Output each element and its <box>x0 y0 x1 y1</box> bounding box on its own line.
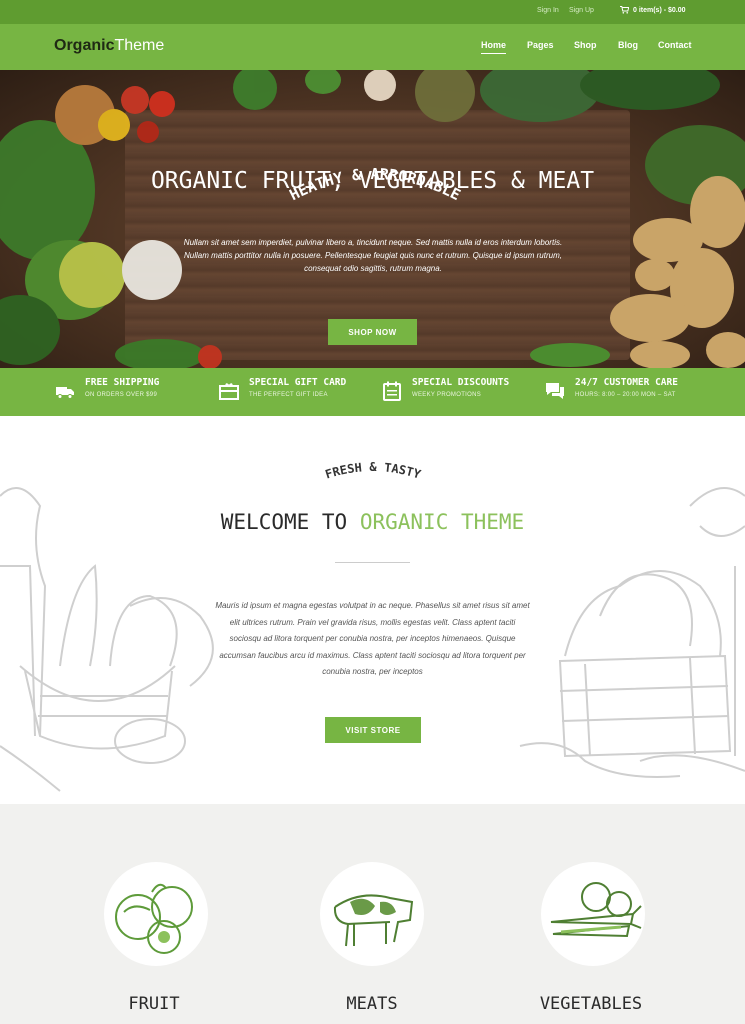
nav-contact[interactable]: Contact <box>658 40 692 50</box>
category-fruit[interactable] <box>104 862 208 966</box>
feature-title: SPECIAL GIFT CARD <box>249 377 347 388</box>
feature-subtitle: THE PERFECT GIFT IDEA <box>249 392 328 398</box>
fruit-icon <box>115 883 193 954</box>
svg-text:FRESH & TASTY: FRESH & TASTY <box>324 460 424 482</box>
feature-title: SPECIAL DISCOUNTS <box>412 377 510 388</box>
nav-home[interactable]: Home <box>481 40 507 54</box>
sign-in-link[interactable]: Sign In <box>537 7 559 14</box>
welcome-title: WELCOME TO ORGANIC THEME <box>0 510 745 534</box>
category-label-vegetables[interactable]: VEGETABLES <box>521 994 661 1014</box>
chat-icon <box>546 383 564 399</box>
categories-section: FRUIT MEATS VEGETABLES <box>0 804 745 1024</box>
feature-title: 24/7 CUSTOMER CARE <box>575 377 678 388</box>
category-label-fruit[interactable]: FRUIT <box>84 994 224 1014</box>
main-navbar: OrganicTheme Home Pages Shop Blog Contac… <box>0 24 745 70</box>
visit-store-button[interactable]: VISIT STORE <box>325 717 421 743</box>
hero-description: Nullam sit amet sem imperdiet, pulvinar … <box>183 238 563 273</box>
welcome-title-plain: WELCOME TO <box>220 510 360 534</box>
sign-up-link[interactable]: Sign Up <box>569 7 594 14</box>
feature-subtitle: ON ORDERS OVER $99 <box>85 392 158 398</box>
shop-now-button[interactable]: SHOP NOW <box>328 319 417 345</box>
truck-icon <box>56 387 74 399</box>
hero-banner: HEATHY & ARRORDABLE ORGANIC FRUIT, VEGET… <box>0 70 745 368</box>
calendar-icon <box>383 381 401 401</box>
cow-icon <box>333 894 414 947</box>
category-vegetables[interactable] <box>541 862 645 966</box>
feature-title: FREE SHIPPING <box>85 377 160 388</box>
vegetables-icon <box>550 882 642 938</box>
logo-light: Theme <box>114 37 165 54</box>
features-strip: FREE SHIPPING ON ORDERS OVER $99 SPECIAL… <box>0 368 745 416</box>
feature-subtitle: HOURS: 8:00 – 20:00 MON – SAT <box>575 392 676 398</box>
welcome-description: Mauris id ipsum et magna egestas volutpa… <box>215 601 530 676</box>
category-label-meats[interactable]: MEATS <box>302 994 442 1014</box>
welcome-section: FRESH & TASTY WELCOME TO ORGANIC THEME M… <box>0 416 745 804</box>
feature-free-shipping: FREE SHIPPING ON ORDERS OVER $99 <box>55 377 159 401</box>
feature-special-discounts: SPECIAL DISCOUNTS WEEKY PROMOTIONS <box>382 377 509 401</box>
feature-customer-care: 24/7 CUSTOMER CARE HOURS: 8:00 – 20:00 M… <box>545 377 678 401</box>
nav-shop[interactable]: Shop <box>574 40 597 50</box>
feature-gift-card: SPECIAL GIFT CARD THE PERFECT GIFT IDEA <box>219 377 346 401</box>
welcome-title-green: ORGANIC THEME <box>359 510 525 534</box>
fresh-tagline: FRESH & TASTY <box>324 460 424 482</box>
nav-blog[interactable]: Blog <box>618 40 638 50</box>
title-divider <box>335 562 410 563</box>
feature-subtitle: WEEKY PROMOTIONS <box>412 392 482 398</box>
top-bar: Sign In Sign Up 0 item(s) - $0.00 <box>0 0 745 24</box>
cart-summary: 0 item(s) - $0.00 <box>633 6 686 14</box>
hero-title: ORGANIC FRUIT, VEGETABLES & MEAT <box>150 168 595 194</box>
cart-link[interactable]: 0 item(s) - $0.00 <box>620 6 686 14</box>
gift-card-icon <box>219 383 239 400</box>
cart-icon <box>620 6 629 14</box>
site-logo[interactable]: OrganicTheme <box>54 37 164 55</box>
category-meats[interactable] <box>320 862 424 966</box>
nav-pages[interactable]: Pages <box>527 40 554 50</box>
logo-bold: Organic <box>54 37 115 54</box>
